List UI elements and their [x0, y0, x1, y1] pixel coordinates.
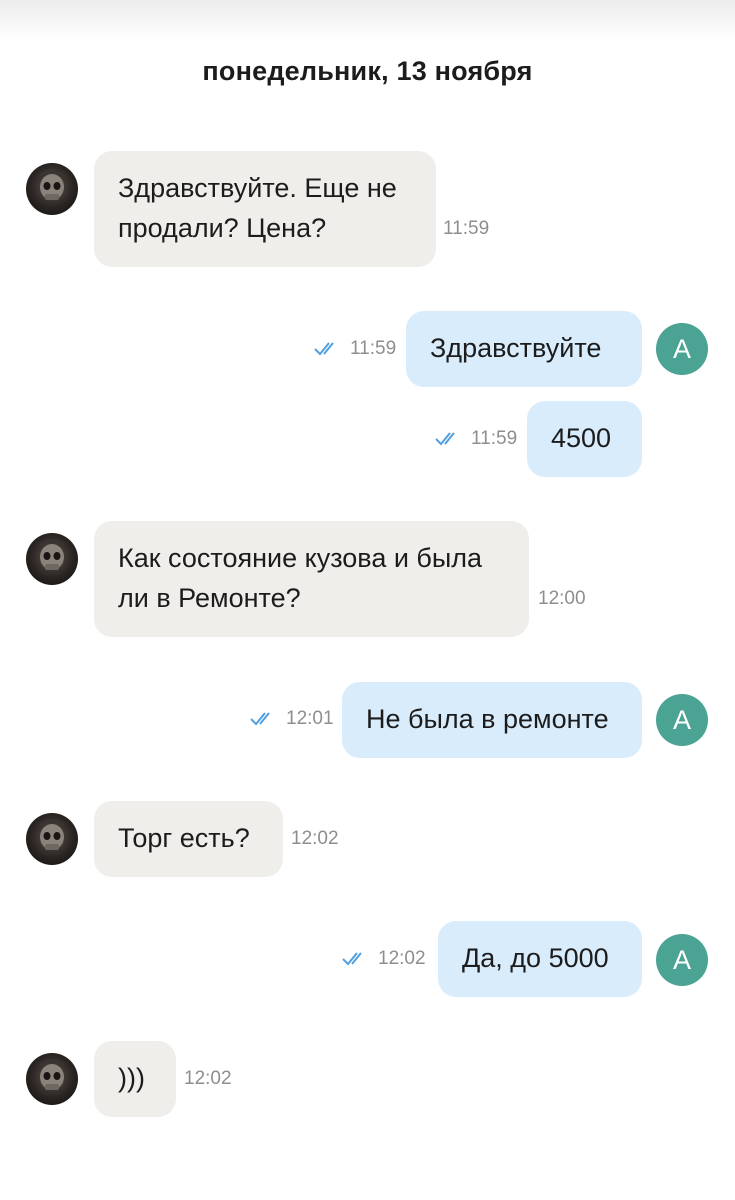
double-check-icon	[435, 432, 455, 446]
message-line: ли в Ремонте?	[118, 583, 301, 613]
message-bubble-outgoing[interactable]: Здравствуйте	[406, 311, 642, 387]
message-time: 11:59	[350, 338, 397, 359]
message-time: 11:59	[443, 218, 490, 239]
message-line: Не была в ремонте	[366, 704, 609, 734]
contact-avatar[interactable]	[26, 533, 78, 585]
user-avatar[interactable]: А	[656, 694, 708, 746]
message-time: 12:01	[286, 708, 334, 729]
message-line: Здравствуйте	[430, 333, 602, 363]
message-line: )))	[118, 1063, 145, 1093]
skull-avatar-icon	[38, 1059, 66, 1090]
message-bubble-incoming[interactable]: Торг есть?	[94, 801, 283, 877]
double-check-icon	[250, 712, 270, 726]
skull-avatar-icon	[38, 169, 66, 200]
message-bubble-outgoing[interactable]: Да, до 5000	[438, 921, 642, 997]
double-check-icon	[314, 342, 334, 356]
message-time: 12:02	[378, 948, 426, 969]
skull-avatar-icon	[38, 539, 66, 570]
message-bubble-incoming[interactable]: )))	[94, 1041, 176, 1117]
message-bubble-incoming[interactable]: Здравствуйте. Еще не продали? Цена?	[94, 151, 436, 267]
contact-avatar[interactable]	[26, 813, 78, 865]
message-time: 11:59	[471, 428, 518, 449]
message-line: Да, до 5000	[462, 943, 609, 973]
message-time: 12:00	[538, 588, 586, 609]
contact-avatar[interactable]	[26, 163, 78, 215]
message-bubble-outgoing[interactable]: 4500	[527, 401, 642, 477]
message-line: продали? Цена?	[118, 213, 327, 243]
message-bubble-outgoing[interactable]: Не была в ремонте	[342, 682, 642, 758]
message-line: Как состояние кузова и была	[118, 543, 483, 573]
message-time: 12:02	[291, 828, 339, 849]
user-avatar[interactable]: А	[656, 934, 708, 986]
message-line: Торг есть?	[118, 823, 250, 853]
message-bubble-incoming[interactable]: Как состояние кузова и была ли в Ремонте…	[94, 521, 529, 637]
skull-avatar-icon	[38, 819, 66, 850]
message-line: 4500	[551, 423, 612, 453]
contact-avatar[interactable]	[26, 1053, 78, 1105]
message-time: 12:02	[184, 1068, 232, 1089]
double-check-icon	[342, 952, 362, 966]
message-line: Здравствуйте. Еще не	[118, 173, 397, 203]
top-fade	[0, 0, 735, 40]
user-avatar[interactable]: А	[656, 323, 708, 375]
date-header: понедельник, 13 ноября	[202, 56, 533, 86]
